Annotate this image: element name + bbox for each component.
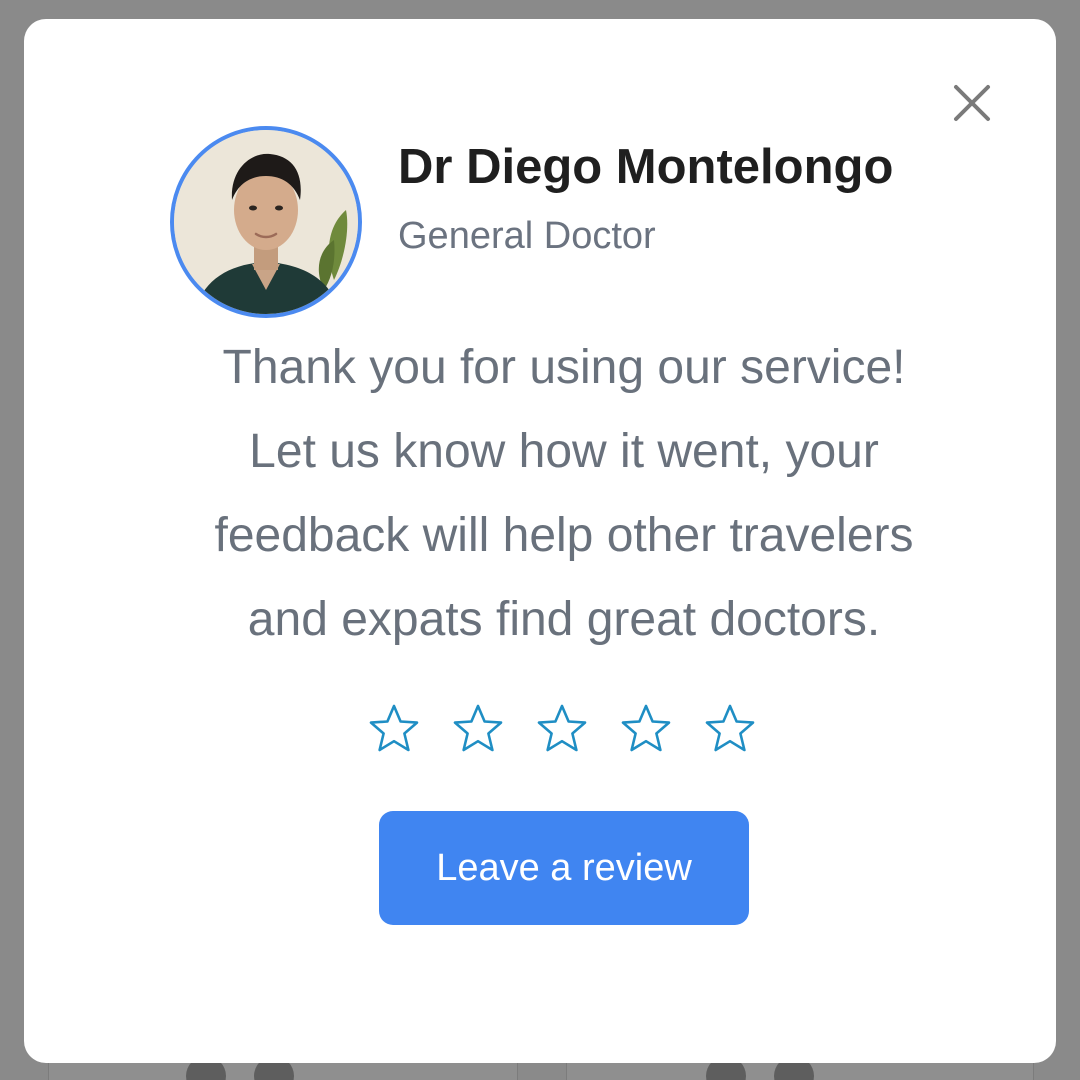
star-5-button[interactable] [703,702,757,756]
star-4-button[interactable] [619,702,673,756]
thank-you-message: Thank you for using our service! Let us … [84,326,1044,662]
message-line: and expats find great doctors. [247,593,881,646]
star-rating [367,702,757,756]
review-dialog: Dr Diego Montelongo General Doctor Thank… [24,19,1056,1063]
doctor-name: Dr Diego Montelongo [398,140,894,194]
doctor-avatar [170,126,362,318]
star-2-button[interactable] [451,702,505,756]
message-line: Thank you for using our service! [222,341,906,394]
star-3-button[interactable] [535,702,589,756]
close-button[interactable] [950,81,994,125]
star-outline-icon [537,704,587,752]
star-1-button[interactable] [367,702,421,756]
close-icon [954,85,990,121]
doctor-photo [174,130,358,314]
message-line: Let us know how it went, your [249,425,879,478]
star-outline-icon [705,704,755,752]
star-outline-icon [453,704,503,752]
message-line: feedback will help other travelers [214,509,914,562]
star-outline-icon [621,704,671,752]
leave-review-button[interactable]: Leave a review [379,811,749,925]
doctor-specialty: General Doctor [398,215,656,257]
star-outline-icon [369,704,419,752]
